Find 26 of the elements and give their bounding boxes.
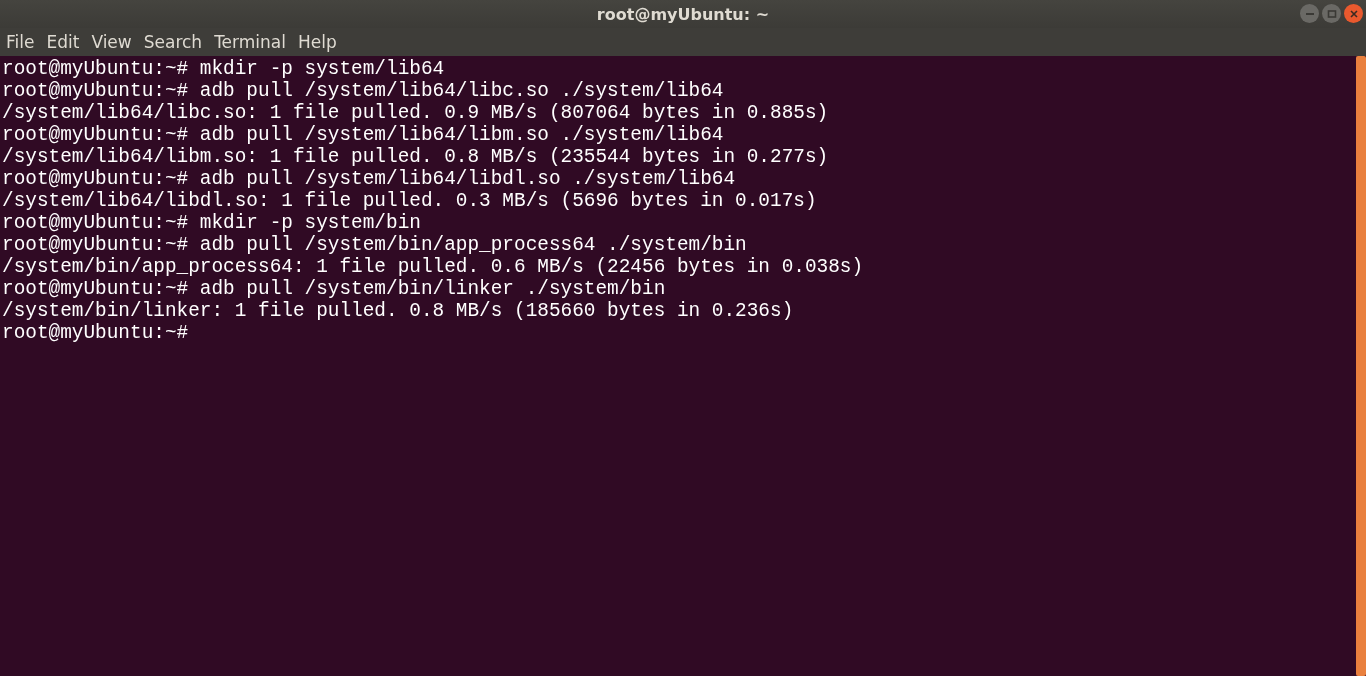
terminal-line: root@myUbuntu:~# adb pull /system/bin/app_process64 ./system/bin <box>2 234 748 256</box>
menu-item[interactable]: File <box>6 32 47 52</box>
terminal-line: root@myUbuntu:~# mkdir -p system/bin <box>2 212 422 234</box>
terminal-line: /system/lib64/libdl.so: 1 file pulled. 0.3 MB/s (5696 bytes in 0.017s) <box>2 190 818 212</box>
terminal-line: /system/bin/linker: 1 file pulled. 0.8 MB/s (185660 bytes in 0.236s) <box>2 300 795 322</box>
menu-item[interactable]: View <box>91 32 144 52</box>
terminal-line: root@myUbuntu:~# adb pull /system/lib64/libdl.so ./system/lib64 <box>2 168 737 190</box>
menu-item[interactable]: Edit <box>46 32 92 52</box>
menu-item[interactable]: Terminal <box>214 32 298 52</box>
scrollbar-thumb[interactable] <box>1356 56 1366 676</box>
close-icon <box>1348 8 1359 19</box>
menu-item[interactable]: Help <box>297 32 349 52</box>
maximize-icon <box>1326 8 1337 19</box>
window-title: root@myUbuntu: ~ <box>596 4 770 24</box>
terminal-line: /system/lib64/libc.so: 1 file pulled. 0.9 MB/s (807064 bytes in 0.885s) <box>2 102 830 124</box>
close-button[interactable] <box>1344 4 1363 23</box>
maximize-button[interactable] <box>1322 4 1341 23</box>
terminal-line: root@myUbuntu:~# adb pull /system/lib64/libm.so ./system/lib64 <box>2 124 725 146</box>
terminal-line: root@myUbuntu:~# <box>2 322 190 344</box>
terminal-line: root@myUbuntu:~# adb pull /system/bin/linker ./system/bin <box>2 278 667 300</box>
menu-item[interactable]: Search <box>143 32 215 52</box>
terminal-line: root@myUbuntu:~# adb pull /system/lib64/libc.so ./system/lib64 <box>2 80 725 102</box>
terminal-line: root@myUbuntu:~# mkdir -p system/lib64 <box>2 58 446 80</box>
terminal-line: /system/bin/app_process64: 1 file pulled. 0.6 MB/s (22456 bytes in 0.038s) <box>2 256 865 278</box>
terminal-line: /system/lib64/libm.so: 1 file pulled. 0.8 MB/s (235544 bytes in 0.277s) <box>2 146 830 168</box>
minimize-button[interactable] <box>1300 4 1319 23</box>
